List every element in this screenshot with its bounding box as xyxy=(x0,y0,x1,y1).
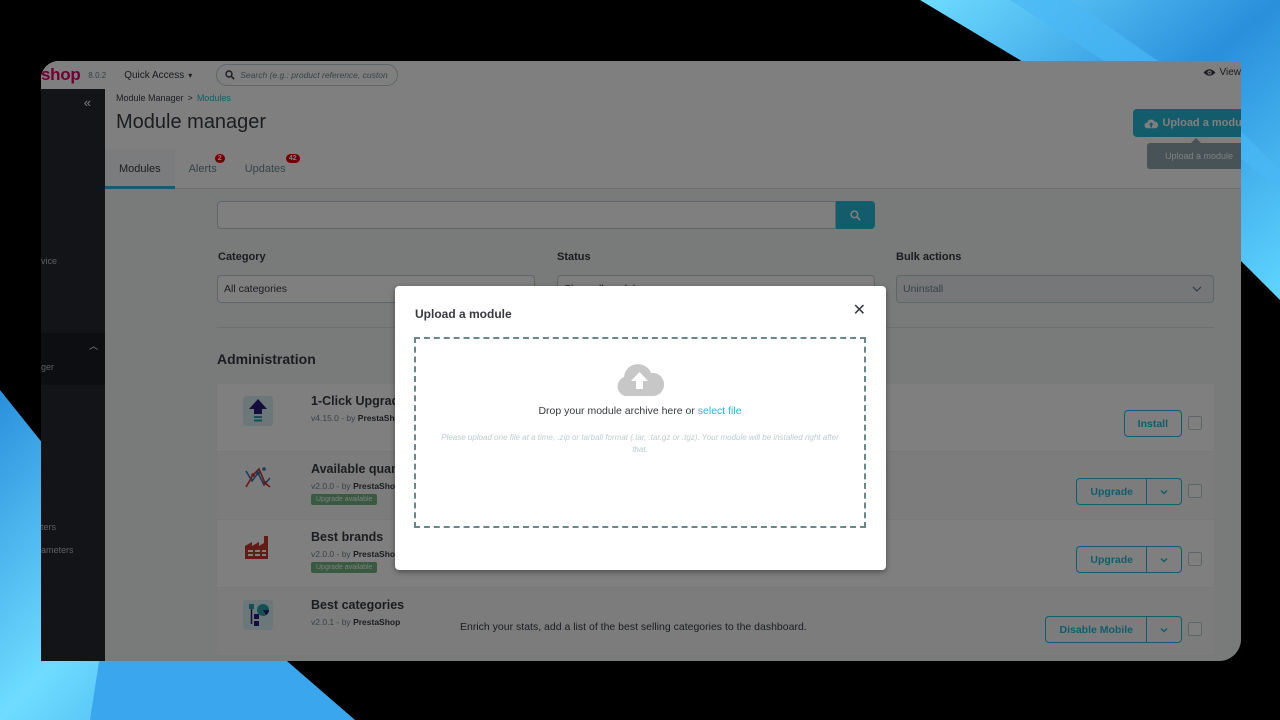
upload-hint: Please upload one file at a time, .zip o… xyxy=(441,433,839,454)
file-dropzone[interactable]: Drop your module archive here or select … xyxy=(414,337,866,528)
close-icon[interactable]: ✕ xyxy=(853,303,866,319)
upload-module-modal: Upload a module ✕ Drop your module archi… xyxy=(395,286,886,570)
select-file-link[interactable]: select file xyxy=(698,405,742,417)
screen: shop 8.0.2 Quick Access ▾ View « ︿ vice … xyxy=(0,0,1280,720)
cloud-upload-icon xyxy=(617,364,665,396)
drop-instruction: Drop your module archive here or xyxy=(538,405,695,417)
modal-title: Upload a module xyxy=(415,307,512,321)
dropzone-text: Drop your module archive here or select … xyxy=(416,405,864,417)
